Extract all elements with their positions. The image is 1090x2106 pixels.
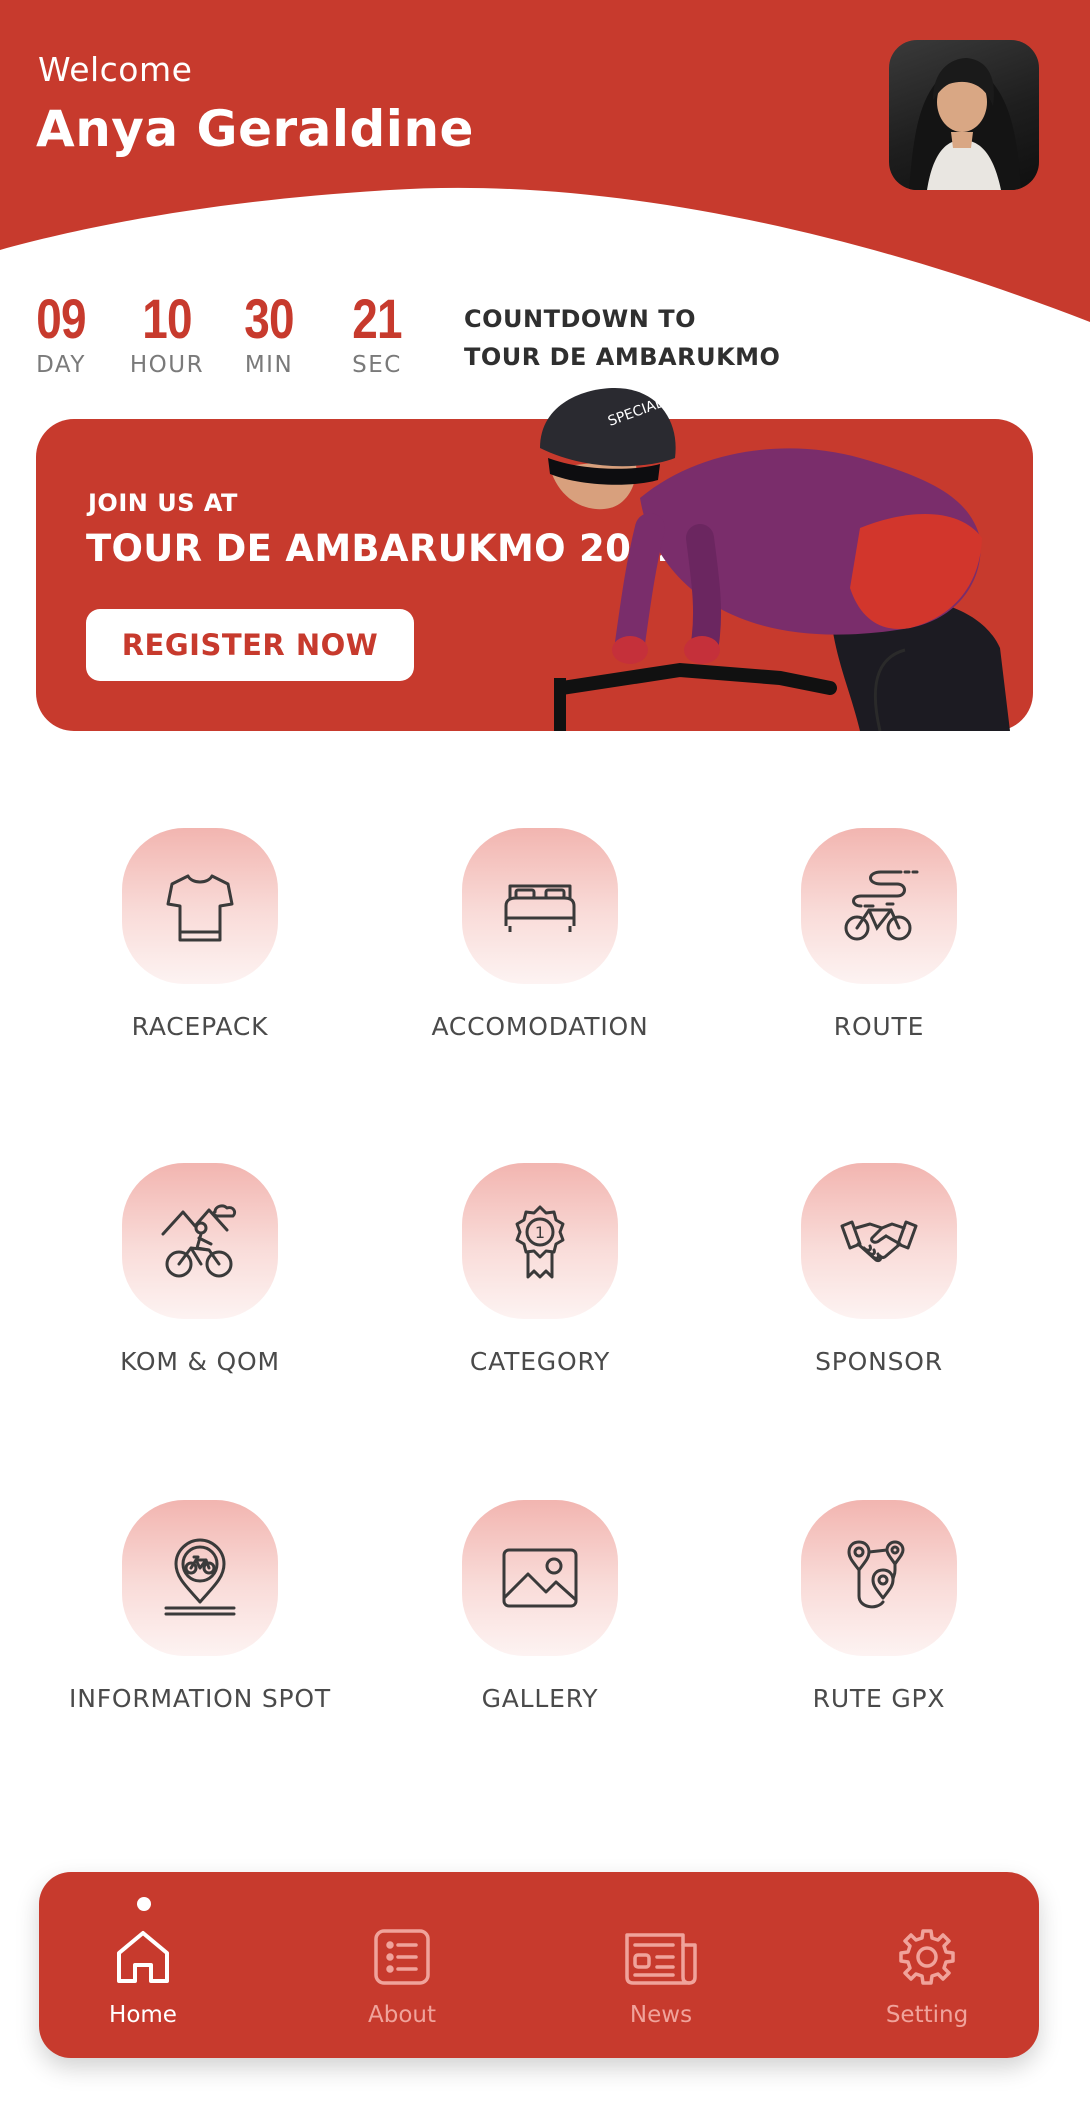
countdown-caption-line1: COUNTDOWN TO bbox=[464, 305, 696, 333]
avatar[interactable] bbox=[889, 40, 1039, 190]
menu-sponsor[interactable]: SPONSOR bbox=[729, 1163, 1029, 1376]
countdown-caption-line2: TOUR DE AMBARUKMO bbox=[464, 343, 781, 371]
nav-label: Home bbox=[109, 2002, 177, 2028]
mountain-cyclist-icon bbox=[122, 1163, 278, 1319]
gear-icon bbox=[899, 1929, 955, 1985]
register-now-button[interactable]: REGISTER NOW bbox=[86, 609, 414, 681]
menu-label: CATEGORY bbox=[469, 1347, 611, 1376]
menu-label: ROUTE bbox=[833, 1012, 925, 1041]
countdown-min: 30 MIN bbox=[214, 287, 324, 379]
newspaper-icon bbox=[625, 1933, 697, 1985]
list-icon bbox=[374, 1929, 430, 1985]
menu-label: INFORMATION SPOT bbox=[69, 1684, 331, 1713]
countdown-hour: 10 HOUR bbox=[112, 287, 222, 379]
menu-racepack[interactable]: RACEPACK bbox=[50, 828, 350, 1041]
countdown: 09 DAY 10 HOUR 30 MIN 21 SEC COUNTDOWN T… bbox=[0, 288, 1090, 398]
nav-setting[interactable]: Setting bbox=[847, 1872, 1007, 2058]
menu-accomodation[interactable]: ACCOMODATION bbox=[390, 828, 690, 1041]
menu-kom-qom[interactable]: KOM & QOM bbox=[50, 1163, 350, 1376]
banner-kicker: JOIN US AT bbox=[88, 489, 238, 517]
cyclist-image: SPECIALIZED bbox=[540, 388, 1010, 731]
countdown-label: SEC bbox=[352, 352, 402, 378]
menu-label: RUTE GPX bbox=[812, 1684, 946, 1713]
countdown-label: MIN bbox=[244, 352, 294, 378]
nav-label: Setting bbox=[885, 2002, 969, 2028]
image-icon bbox=[462, 1500, 618, 1656]
nav-label: About bbox=[367, 2002, 436, 2028]
menu-label: KOM & QOM bbox=[120, 1347, 280, 1376]
menu-label: SPONSOR bbox=[815, 1347, 943, 1376]
svg-text:1: 1 bbox=[535, 1223, 545, 1242]
nav-home[interactable]: Home bbox=[63, 1872, 223, 2058]
active-indicator-dot bbox=[137, 1897, 151, 1911]
nav-news[interactable]: News bbox=[581, 1872, 741, 2058]
countdown-value: 09 bbox=[36, 287, 86, 350]
menu-route[interactable]: ROUTE bbox=[729, 828, 1029, 1041]
bike-location-pin-icon bbox=[122, 1500, 278, 1656]
countdown-label: HOUR bbox=[129, 352, 205, 378]
countdown-caption: COUNTDOWN TO TOUR DE AMBARUKMO bbox=[464, 300, 780, 376]
countdown-value: 10 bbox=[142, 287, 192, 350]
menu-label: GALLERY bbox=[481, 1684, 599, 1713]
countdown-sec: 21 SEC bbox=[322, 287, 432, 379]
countdown-value: 21 bbox=[352, 287, 402, 350]
bed-icon bbox=[462, 828, 618, 984]
home-icon bbox=[117, 1931, 169, 1983]
menu-rute-gpx[interactable]: RUTE GPX bbox=[729, 1500, 1029, 1713]
map-pins-path-icon bbox=[801, 1500, 957, 1656]
menu-label: RACEPACK bbox=[131, 1012, 269, 1041]
nav-label: News bbox=[629, 2002, 693, 2028]
welcome-text: Welcome bbox=[38, 50, 193, 89]
menu-information-spot[interactable]: INFORMATION SPOT bbox=[50, 1500, 350, 1713]
menu-category[interactable]: 1 CATEGORY bbox=[390, 1163, 690, 1376]
bike-route-icon bbox=[801, 828, 957, 984]
menu-gallery[interactable]: GALLERY bbox=[390, 1500, 690, 1713]
user-name: Anya Geraldine bbox=[36, 100, 474, 158]
countdown-label: DAY bbox=[36, 352, 86, 378]
countdown-value: 30 bbox=[244, 287, 294, 350]
nav-about[interactable]: About bbox=[322, 1872, 482, 2058]
handshake-icon bbox=[801, 1163, 957, 1319]
jersey-icon bbox=[122, 828, 278, 984]
medal-icon: 1 bbox=[462, 1163, 618, 1319]
menu-label: ACCOMODATION bbox=[431, 1012, 649, 1041]
countdown-day: 09 DAY bbox=[6, 287, 116, 379]
bottom-nav: Home About News Setting bbox=[39, 1872, 1039, 2058]
